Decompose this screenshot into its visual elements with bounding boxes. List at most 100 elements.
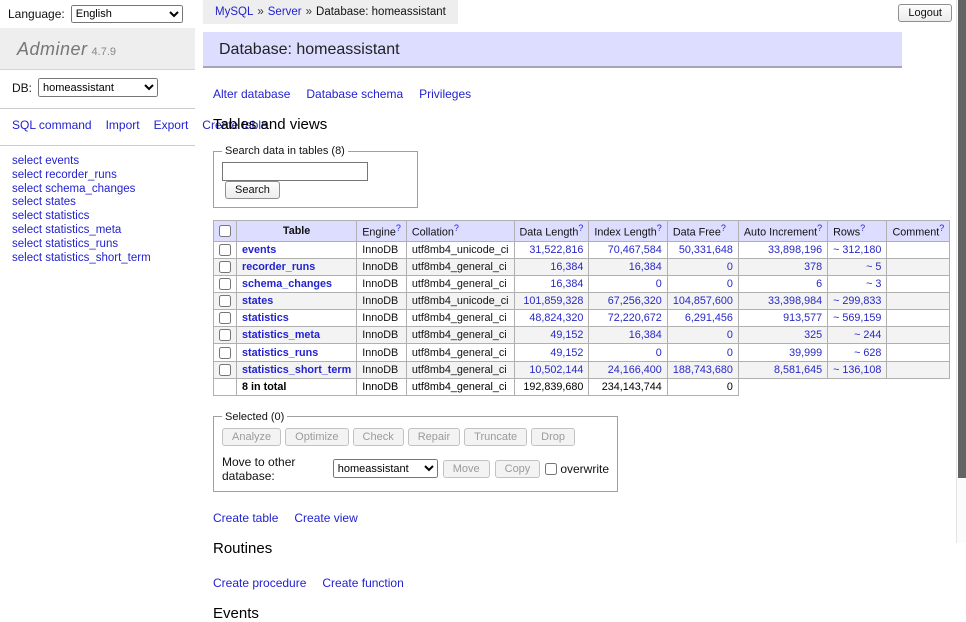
engine-cell: InnoDB (357, 293, 407, 310)
sidebar-table-link[interactable]: select recorder_runs (12, 169, 117, 181)
column-label: Data Length (520, 227, 579, 239)
table-name-link[interactable]: statistics (242, 312, 289, 324)
overwrite-checkbox[interactable] (545, 463, 557, 475)
data-length-cell: 10,502,144 (514, 361, 589, 378)
breadcrumb-link[interactable]: MySQL (215, 6, 253, 18)
copy-button[interactable]: Copy (495, 460, 541, 478)
engine-cell: InnoDB (357, 258, 407, 275)
collation-cell: utf8mb4_unicode_ci (406, 241, 514, 258)
comment-cell (887, 344, 950, 361)
sidebar-table-link[interactable]: select statistics_meta (12, 224, 121, 236)
move-db-select[interactable]: homeassistant (333, 459, 438, 478)
language-label: Language: (8, 7, 65, 21)
truncate-button[interactable]: Truncate (464, 428, 527, 446)
row-checkbox-cell (214, 241, 237, 258)
vertical-scrollbar[interactable] (956, 0, 966, 543)
column-label: Data Free (673, 227, 721, 239)
row-checkbox[interactable] (219, 347, 231, 359)
collation-cell: utf8mb4_general_ci (406, 327, 514, 344)
database-action-link[interactable]: Database schema (306, 87, 403, 101)
sidebar-table-link[interactable]: select statistics_runs (12, 238, 118, 250)
move-button[interactable]: Move (443, 460, 490, 478)
row-checkbox[interactable] (219, 278, 231, 290)
column-header-auto-increment: Auto Increment? (738, 221, 827, 242)
help-sup: ? (860, 223, 865, 233)
scrollbar-thumb[interactable] (958, 0, 966, 478)
search-button[interactable]: Search (225, 181, 280, 199)
sidebar-link[interactable]: SQL command (12, 118, 92, 132)
tables-section-title: Tables and views (213, 116, 902, 133)
data-free-cell: 0 (667, 258, 738, 275)
collation-cell: utf8mb4_general_ci (406, 275, 514, 292)
routines-title: Routines (213, 540, 902, 557)
optimize-button[interactable]: Optimize (285, 428, 348, 446)
help-link[interactable]: ? (721, 223, 726, 233)
table-name-link[interactable]: states (242, 295, 273, 307)
sidebar-table-item: select states (12, 195, 185, 209)
data-free-cell: 188,743,680 (667, 361, 738, 378)
help-link[interactable]: ? (396, 223, 401, 233)
breadcrumb-link[interactable]: Server (268, 6, 302, 18)
rows-cell: ~ 136,108 (828, 361, 887, 378)
database-action-link[interactable]: Alter database (213, 87, 290, 101)
sidebar-link[interactable]: Import (106, 118, 140, 132)
table-name-link[interactable]: events (242, 244, 276, 256)
help-link[interactable]: ? (939, 223, 944, 233)
help-sup: ? (939, 223, 944, 233)
help-link[interactable]: ? (578, 223, 583, 233)
create-link[interactable]: Create view (294, 511, 357, 525)
sidebar-table-item: select events (12, 154, 185, 168)
table-name-link[interactable]: statistics_meta (242, 329, 320, 341)
row-checkbox[interactable] (219, 295, 231, 307)
data-free-cell: 6,291,456 (667, 310, 738, 327)
sidebar-link[interactable]: Export (154, 118, 189, 132)
comment-cell (887, 241, 950, 258)
help-link[interactable]: ? (454, 223, 459, 233)
logout-button[interactable]: Logout (898, 4, 952, 22)
column-label: Rows (833, 227, 860, 239)
row-checkbox-cell (214, 310, 237, 327)
drop-button[interactable]: Drop (531, 428, 575, 446)
sidebar-table-link[interactable]: select events (12, 155, 79, 167)
routines-links: Create procedure Create function (213, 576, 902, 590)
comment-cell (887, 275, 950, 292)
table-body: eventsInnoDButf8mb4_unicode_ci31,522,816… (214, 241, 950, 395)
check-button[interactable]: Check (353, 428, 404, 446)
search-input[interactable] (222, 162, 368, 181)
help-link[interactable]: ? (817, 223, 822, 233)
row-checkbox[interactable] (219, 312, 231, 324)
sidebar-table-link[interactable]: select schema_changes (12, 183, 135, 195)
row-checkbox-cell (214, 361, 237, 378)
routine-link[interactable]: Create procedure (213, 576, 306, 590)
sidebar-table-item: select statistics_meta (12, 223, 185, 237)
create-link[interactable]: Create table (213, 511, 278, 525)
table-name-link[interactable]: recorder_runs (242, 261, 315, 273)
repair-button[interactable]: Repair (408, 428, 460, 446)
language-select[interactable]: English (71, 5, 183, 23)
analyze-button[interactable]: Analyze (222, 428, 281, 446)
db-select[interactable]: homeassistant (38, 78, 158, 97)
sidebar-table-link[interactable]: select states (12, 196, 76, 208)
table-name-link[interactable]: schema_changes (242, 278, 332, 290)
help-link[interactable]: ? (860, 223, 865, 233)
select-all-checkbox[interactable] (219, 225, 231, 237)
help-link[interactable]: ? (657, 223, 662, 233)
row-checkbox[interactable] (219, 261, 231, 273)
total-engine-cell: InnoDB (357, 378, 407, 395)
database-action-link[interactable]: Privileges (419, 87, 471, 101)
sidebar-table-link[interactable]: select statistics_short_term (12, 252, 151, 264)
table-row: statesInnoDButf8mb4_unicode_ci101,859,32… (214, 293, 950, 310)
table-name-link[interactable]: statistics_short_term (242, 364, 351, 376)
app-version: 4.7.9 (92, 46, 116, 58)
row-checkbox[interactable] (219, 244, 231, 256)
routine-link[interactable]: Create function (322, 576, 403, 590)
table-name-link[interactable]: statistics_runs (242, 347, 318, 359)
move-label: Move to other database: (222, 455, 328, 483)
data-free-cell: 104,857,600 (667, 293, 738, 310)
column-header-collation: Collation? (406, 221, 514, 242)
row-checkbox[interactable] (219, 329, 231, 341)
row-checkbox[interactable] (219, 364, 231, 376)
total-label-cell: 8 in total (237, 378, 357, 395)
sidebar-table-item: select statistics_short_term (12, 251, 185, 265)
sidebar-table-link[interactable]: select statistics (12, 210, 89, 222)
